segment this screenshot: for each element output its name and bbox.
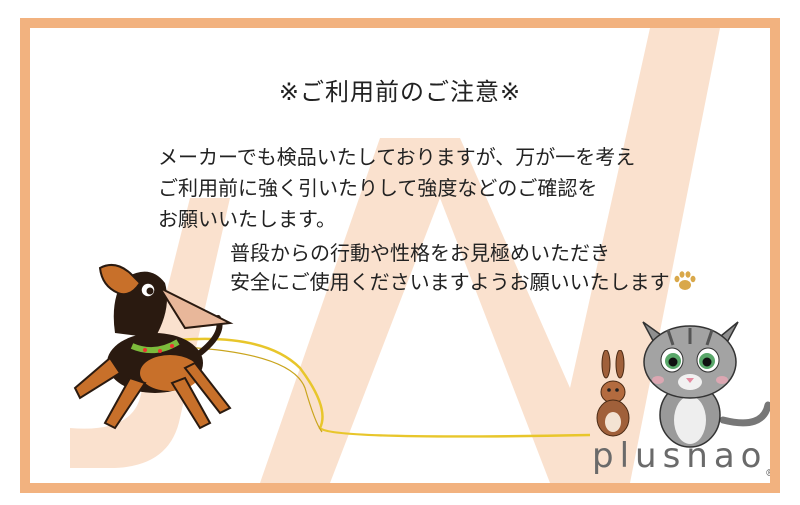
registered-mark: ® xyxy=(765,468,775,479)
notice-card: ※ご利用前のご注意※ メーカーでも検品いたしておりますが、万が一を考え ご利用前… xyxy=(20,18,780,493)
dog-illustration xyxy=(73,263,234,430)
cat-illustration xyxy=(642,321,770,448)
brand-logo: plusnao xyxy=(592,436,768,476)
